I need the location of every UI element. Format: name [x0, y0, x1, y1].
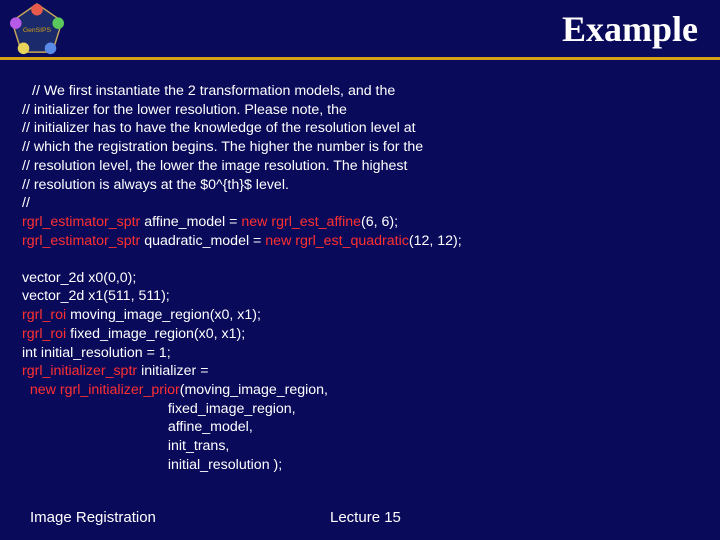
code-line: rgrl_roi moving_image_region(x0, x1);	[22, 306, 698, 325]
svg-text:GenSIPS: GenSIPS	[23, 27, 52, 34]
code-text: fixed_image_region(x0, x1);	[66, 326, 245, 342]
comment-line: // We first instantiate the 2 transforma…	[22, 82, 698, 101]
code-text: initializer =	[137, 363, 208, 379]
type-keyword: rgrl_initializer_sptr	[22, 363, 137, 379]
code-line: fixed_image_region,	[22, 400, 698, 419]
code-line: affine_model,	[22, 418, 698, 437]
code-line-quadratic: rgrl_estimator_sptr quadratic_model = ne…	[22, 232, 698, 251]
footer-lecture: Lecture 15	[330, 509, 401, 526]
new-keyword: new	[30, 382, 56, 398]
type-keyword: rgrl_estimator_sptr	[22, 214, 140, 230]
code-block: // We first instantiate the 2 transforma…	[0, 60, 720, 475]
code-line: rgrl_roi fixed_image_region(x0, x1);	[22, 325, 698, 344]
slide-header: GenSIPS Example	[0, 0, 720, 60]
comment-line: // initializer has to have the knowledge…	[22, 119, 698, 138]
code-text: affine_model =	[140, 214, 241, 230]
comment-line: // initializer for the lower resolution.…	[22, 101, 698, 120]
type-keyword: rgrl_roi	[22, 326, 66, 342]
new-keyword: new	[265, 233, 291, 249]
code-text: quadratic_model =	[140, 233, 265, 249]
code-text	[22, 382, 30, 398]
code-line: new rgrl_initializer_prior(moving_image_…	[22, 381, 698, 400]
type-keyword: rgrl_roi	[22, 307, 66, 323]
code-line-affine: rgrl_estimator_sptr affine_model = new r…	[22, 213, 698, 232]
logo-icon: GenSIPS	[8, 2, 66, 56]
slide-title: Example	[562, 8, 698, 50]
type-keyword: rgrl_initializer_prior	[60, 382, 180, 398]
code-line: rgrl_initializer_sptr initializer =	[22, 362, 698, 381]
code-line: vector_2d x0(0,0);	[22, 269, 698, 288]
comment-line: // which the registration begins. The hi…	[22, 138, 698, 157]
comment-line: // resolution level, the lower the image…	[22, 157, 698, 176]
comment-line: //	[22, 194, 698, 213]
code-text: (6, 6);	[361, 214, 398, 230]
comment-line: // resolution is always at the $0^{th}$ …	[22, 176, 698, 195]
type-keyword: rgrl_est_affine	[271, 214, 361, 230]
code-line: int initial_resolution = 1;	[22, 344, 698, 363]
code-text: (12, 12);	[409, 233, 462, 249]
code-line: initial_resolution );	[22, 456, 698, 475]
code-line: vector_2d x1(511, 511);	[22, 287, 698, 306]
code-text: moving_image_region(x0, x1);	[66, 307, 261, 323]
footer-topic: Image Registration	[30, 509, 156, 526]
type-keyword: rgrl_estimator_sptr	[22, 233, 140, 249]
new-keyword: new	[241, 214, 267, 230]
code-line: init_trans,	[22, 437, 698, 456]
type-keyword: rgrl_est_quadratic	[295, 233, 409, 249]
code-text: (moving_image_region,	[180, 382, 328, 398]
